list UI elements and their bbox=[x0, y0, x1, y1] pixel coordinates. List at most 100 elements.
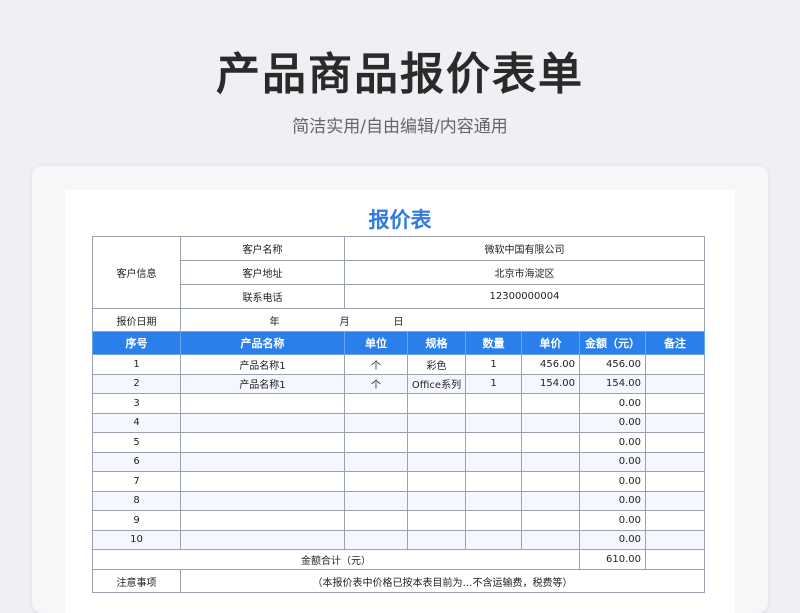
total-value: 610.00 bbox=[579, 549, 646, 570]
cell-qty[interactable] bbox=[465, 451, 522, 472]
cell-spec[interactable] bbox=[407, 490, 466, 511]
cell-name[interactable] bbox=[180, 529, 345, 550]
table-row: 8 0.00 bbox=[92, 490, 705, 511]
cell-qty[interactable] bbox=[465, 529, 522, 550]
table-row: 2 产品名称1 个 Office系列 1 154.00 154.00 bbox=[92, 373, 705, 394]
cell-name[interactable]: 产品名称1 bbox=[180, 373, 345, 394]
cell-price[interactable]: 154.00 bbox=[521, 373, 580, 394]
cell-price[interactable] bbox=[521, 412, 580, 433]
cell-price[interactable] bbox=[521, 529, 580, 550]
cell-unit[interactable] bbox=[344, 432, 408, 453]
cell-no[interactable]: 10 bbox=[92, 529, 181, 550]
cell-price[interactable] bbox=[521, 451, 580, 472]
cell-amount[interactable]: 0.00 bbox=[579, 432, 646, 453]
cell-name[interactable] bbox=[180, 432, 345, 453]
cell-amount[interactable]: 0.00 bbox=[579, 471, 646, 492]
col-header: 金额（元） bbox=[579, 331, 646, 355]
col-header: 单位 bbox=[344, 331, 408, 355]
cell-qty[interactable] bbox=[465, 412, 522, 433]
cell-name[interactable] bbox=[180, 412, 345, 433]
cell-unit[interactable] bbox=[344, 510, 408, 531]
cell-amount[interactable]: 0.00 bbox=[579, 451, 646, 472]
cell-unit[interactable] bbox=[344, 393, 408, 414]
cell-price[interactable] bbox=[521, 471, 580, 492]
cell-no[interactable]: 2 bbox=[92, 373, 181, 394]
cell-price[interactable] bbox=[521, 393, 580, 414]
cell-price[interactable] bbox=[521, 432, 580, 453]
cell-price[interactable] bbox=[521, 490, 580, 511]
cell-note[interactable] bbox=[645, 471, 705, 492]
cell-note[interactable] bbox=[645, 412, 705, 433]
cell-no[interactable]: 1 bbox=[92, 354, 181, 375]
cell-note[interactable] bbox=[645, 529, 705, 550]
customer-phone-value[interactable]: 12300000004 bbox=[344, 284, 705, 309]
cell-amount[interactable]: 154.00 bbox=[579, 373, 646, 394]
cell-spec[interactable] bbox=[407, 471, 466, 492]
table-row: 6 0.00 bbox=[92, 451, 705, 472]
quote-table: 客户信息 客户名称 微软中国有限公司 客户地址 北京市海淀区 联系电话 1230… bbox=[92, 236, 705, 593]
cell-unit[interactable] bbox=[344, 490, 408, 511]
cell-spec[interactable] bbox=[407, 510, 466, 531]
quote-date-label: 报价日期 bbox=[92, 308, 181, 332]
customer-name-value[interactable]: 微软中国有限公司 bbox=[344, 236, 705, 261]
cell-spec[interactable] bbox=[407, 412, 466, 433]
cell-qty[interactable]: 1 bbox=[465, 354, 522, 375]
cell-qty[interactable] bbox=[465, 471, 522, 492]
cell-no[interactable]: 8 bbox=[92, 490, 181, 511]
notes-text[interactable]: （本报价表中价格已按本表目前为…不含运输费，税费等） bbox=[180, 569, 705, 593]
cell-name[interactable] bbox=[180, 490, 345, 511]
cell-no[interactable]: 4 bbox=[92, 412, 181, 433]
cell-no[interactable]: 5 bbox=[92, 432, 181, 453]
cell-note[interactable] bbox=[645, 354, 705, 375]
table-row: 4 0.00 bbox=[92, 412, 705, 433]
cell-amount[interactable]: 456.00 bbox=[579, 354, 646, 375]
preview-card: 报价表 客户信息 客户名称 微软中国有限公司 客户地址 北京市海淀区 联系电话 bbox=[32, 166, 768, 613]
cell-note[interactable] bbox=[645, 373, 705, 394]
cell-spec[interactable] bbox=[407, 432, 466, 453]
quote-date-value[interactable]: 年月日 bbox=[180, 308, 705, 332]
cell-note[interactable] bbox=[645, 393, 705, 414]
customer-address-value[interactable]: 北京市海淀区 bbox=[344, 260, 705, 285]
cell-no[interactable]: 6 bbox=[92, 451, 181, 472]
cell-spec[interactable] bbox=[407, 393, 466, 414]
total-note[interactable] bbox=[645, 549, 705, 570]
cell-qty[interactable] bbox=[465, 490, 522, 511]
table-row: 9 0.00 bbox=[92, 510, 705, 531]
cell-amount[interactable]: 0.00 bbox=[579, 510, 646, 531]
cell-no[interactable]: 9 bbox=[92, 510, 181, 531]
cell-note[interactable] bbox=[645, 490, 705, 511]
cell-unit[interactable]: 个 bbox=[344, 373, 408, 394]
cell-qty[interactable] bbox=[465, 393, 522, 414]
cell-unit[interactable] bbox=[344, 471, 408, 492]
cell-spec[interactable]: Office系列 bbox=[407, 373, 466, 394]
table-row: 5 0.00 bbox=[92, 432, 705, 453]
cell-spec[interactable]: 彩色 bbox=[407, 354, 466, 375]
cell-amount[interactable]: 0.00 bbox=[579, 490, 646, 511]
date-day: 日 bbox=[393, 316, 404, 328]
cell-name[interactable] bbox=[180, 451, 345, 472]
cell-price[interactable]: 456.00 bbox=[521, 354, 580, 375]
cell-amount[interactable]: 0.00 bbox=[579, 529, 646, 550]
cell-amount[interactable]: 0.00 bbox=[579, 412, 646, 433]
cell-name[interactable]: 产品名称1 bbox=[180, 354, 345, 375]
cell-price[interactable] bbox=[521, 510, 580, 531]
cell-unit[interactable] bbox=[344, 529, 408, 550]
cell-qty[interactable] bbox=[465, 510, 522, 531]
cell-no[interactable]: 3 bbox=[92, 393, 181, 414]
cell-name[interactable] bbox=[180, 471, 345, 492]
cell-name[interactable] bbox=[180, 393, 345, 414]
cell-unit[interactable] bbox=[344, 412, 408, 433]
cell-unit[interactable]: 个 bbox=[344, 354, 408, 375]
cell-qty[interactable]: 1 bbox=[465, 373, 522, 394]
cell-amount[interactable]: 0.00 bbox=[579, 393, 646, 414]
cell-no[interactable]: 7 bbox=[92, 471, 181, 492]
cell-unit[interactable] bbox=[344, 451, 408, 472]
cell-spec[interactable] bbox=[407, 529, 466, 550]
cell-qty[interactable] bbox=[465, 432, 522, 453]
cell-note[interactable] bbox=[645, 451, 705, 472]
sheet-title: 报价表 bbox=[368, 208, 432, 232]
cell-name[interactable] bbox=[180, 510, 345, 531]
cell-spec[interactable] bbox=[407, 451, 466, 472]
cell-note[interactable] bbox=[645, 510, 705, 531]
cell-note[interactable] bbox=[645, 432, 705, 453]
